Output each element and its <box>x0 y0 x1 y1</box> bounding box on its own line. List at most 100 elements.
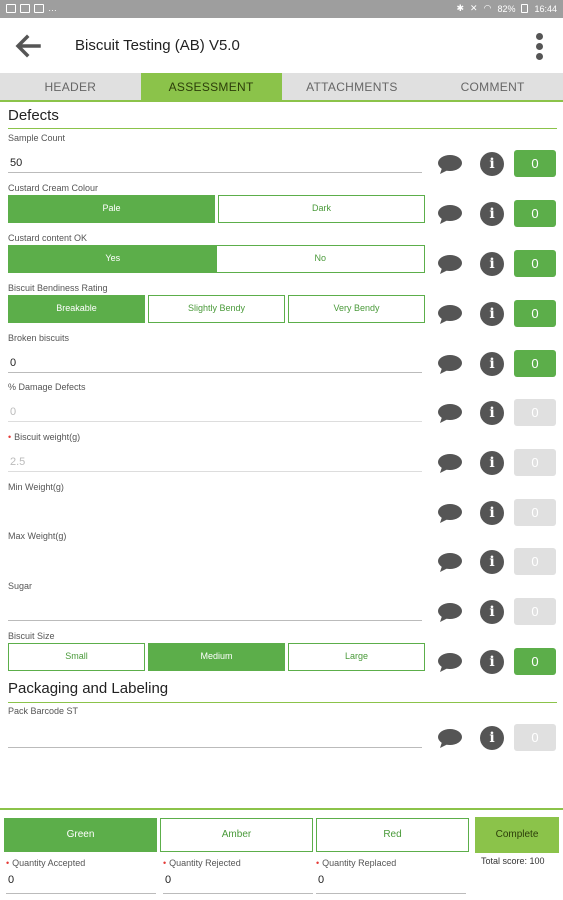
broken-biscuits-input[interactable]: 0 <box>8 351 422 373</box>
biscuit-weight-input: 2.5 <box>8 450 422 472</box>
comment-icon[interactable] <box>437 728 463 748</box>
score-badge: 0 <box>514 449 556 476</box>
comment-icon[interactable] <box>437 453 463 473</box>
tab-attachments[interactable]: ATTACHMENTS <box>282 73 423 100</box>
score-badge: 0 <box>514 724 556 751</box>
question-label: Biscuit Size <box>8 631 55 641</box>
section-title-defects: Defects <box>8 107 59 124</box>
result-red-button[interactable]: Red <box>316 818 469 852</box>
comment-icon[interactable] <box>437 204 463 224</box>
info-icon[interactable]: i <box>480 550 504 574</box>
quantity-label: • Quantity Accepted <box>6 858 156 868</box>
option-very-bendy[interactable]: Very Bendy <box>288 295 425 323</box>
result-amber-button[interactable]: Amber <box>160 818 313 852</box>
required-marker: • <box>6 858 10 868</box>
option-small[interactable]: Small <box>8 643 145 671</box>
overflow-menu-button[interactable] <box>527 28 551 64</box>
option-dark[interactable]: Dark <box>218 195 425 223</box>
question-max-weight: Max Weight(g) i 0 <box>0 531 563 581</box>
question-broken-biscuits: Broken biscuits 0 i 0 <box>0 333 563 383</box>
info-icon[interactable]: i <box>480 352 504 376</box>
tab-header[interactable]: HEADER <box>0 73 141 100</box>
tab-assessment[interactable]: ASSESSMENT <box>140 73 282 100</box>
question-sample-count: Sample Count 50 i 0 <box>0 133 563 183</box>
score-badge: 0 <box>514 548 556 575</box>
comment-icon[interactable] <box>437 304 463 324</box>
question-label: Min Weight(g) <box>8 482 64 492</box>
app-icon <box>34 3 44 13</box>
comment-icon[interactable] <box>437 652 463 672</box>
question-sugar: Sugar i 0 <box>0 581 563 631</box>
info-icon[interactable]: i <box>480 202 504 226</box>
quantity-replaced: • Quantity Replaced 0 <box>316 858 466 894</box>
mute-icon: ✕ <box>470 3 478 13</box>
comment-icon[interactable] <box>437 602 463 622</box>
status-bar: … ✱ ✕ ◠ 82% 16:44 <box>0 0 563 18</box>
question-label: Custard content OK <box>8 233 88 243</box>
quantity-label: • Quantity Rejected <box>163 858 313 868</box>
info-icon[interactable]: i <box>480 501 504 525</box>
section-divider <box>8 702 557 703</box>
dot-icon <box>535 52 543 60</box>
dot-icon <box>535 42 543 50</box>
info-icon[interactable]: i <box>480 152 504 176</box>
section-title-packaging: Packaging and Labeling <box>8 680 169 697</box>
required-marker: • <box>316 858 320 868</box>
battery-icon <box>521 4 529 13</box>
quantity-accepted-input[interactable]: 0 <box>6 874 156 894</box>
option-pale[interactable]: Pale <box>8 195 215 223</box>
quantity-rejected-input[interactable]: 0 <box>163 874 313 894</box>
pack-barcode-input[interactable] <box>8 726 422 748</box>
section-divider <box>8 128 557 129</box>
info-icon[interactable]: i <box>480 600 504 624</box>
question-label: • Biscuit weight(g) <box>8 432 80 442</box>
quantity-label: • Quantity Replaced <box>316 858 466 868</box>
sample-count-input[interactable]: 50 <box>8 151 422 173</box>
required-marker: • <box>8 432 12 442</box>
comment-icon[interactable] <box>437 503 463 523</box>
wifi-icon: ◠ <box>483 3 492 13</box>
score-badge: 0 <box>514 648 556 675</box>
comment-icon[interactable] <box>437 254 463 274</box>
back-button[interactable] <box>12 30 44 62</box>
info-icon[interactable]: i <box>480 401 504 425</box>
battery-level: 82% <box>497 3 516 14</box>
comment-icon[interactable] <box>437 403 463 423</box>
option-large[interactable]: Large <box>288 643 425 671</box>
info-icon[interactable]: i <box>480 302 504 326</box>
app-bar: Biscuit Testing (AB) V5.0 <box>0 18 563 73</box>
score-badge: 0 <box>514 499 556 526</box>
question-min-weight: Min Weight(g) i 0 <box>0 482 563 532</box>
option-slightly-bendy[interactable]: Slightly Bendy <box>148 295 285 323</box>
comment-icon[interactable] <box>437 154 463 174</box>
tab-comment[interactable]: COMMENT <box>422 73 563 100</box>
clock: 16:44 <box>534 3 557 14</box>
score-badge: 0 <box>514 150 556 177</box>
option-medium[interactable]: Medium <box>148 643 285 671</box>
option-breakable[interactable]: Breakable <box>8 295 145 323</box>
question-label: Max Weight(g) <box>8 531 67 541</box>
quantity-replaced-input[interactable]: 0 <box>316 874 466 894</box>
complete-button[interactable]: Complete <box>475 817 559 853</box>
info-icon[interactable]: i <box>480 451 504 475</box>
info-icon[interactable]: i <box>480 252 504 276</box>
info-icon[interactable]: i <box>480 726 504 750</box>
bluetooth-icon: ✱ <box>456 3 465 13</box>
sugar-input[interactable] <box>8 599 422 621</box>
option-yes[interactable]: Yes <box>9 246 217 272</box>
question-label: Pack Barcode ST <box>8 706 79 716</box>
option-no[interactable]: No <box>216 246 424 272</box>
damage-defects-input: 0 <box>8 400 422 422</box>
more-icon: … <box>48 3 57 13</box>
comment-icon[interactable] <box>437 354 463 374</box>
page-title: Biscuit Testing (AB) V5.0 <box>75 37 240 54</box>
info-icon[interactable]: i <box>480 650 504 674</box>
question-label: Custard Cream Colour <box>8 183 99 193</box>
question-label: Broken biscuits <box>8 333 70 343</box>
question-label: Biscuit Bendiness Rating <box>8 283 108 293</box>
total-score: Total score: 100 <box>481 856 545 866</box>
score-badge: 0 <box>514 300 556 327</box>
result-green-button[interactable]: Green <box>4 818 157 852</box>
quantity-label-text: Quantity Rejected <box>169 858 241 868</box>
comment-icon[interactable] <box>437 552 463 572</box>
